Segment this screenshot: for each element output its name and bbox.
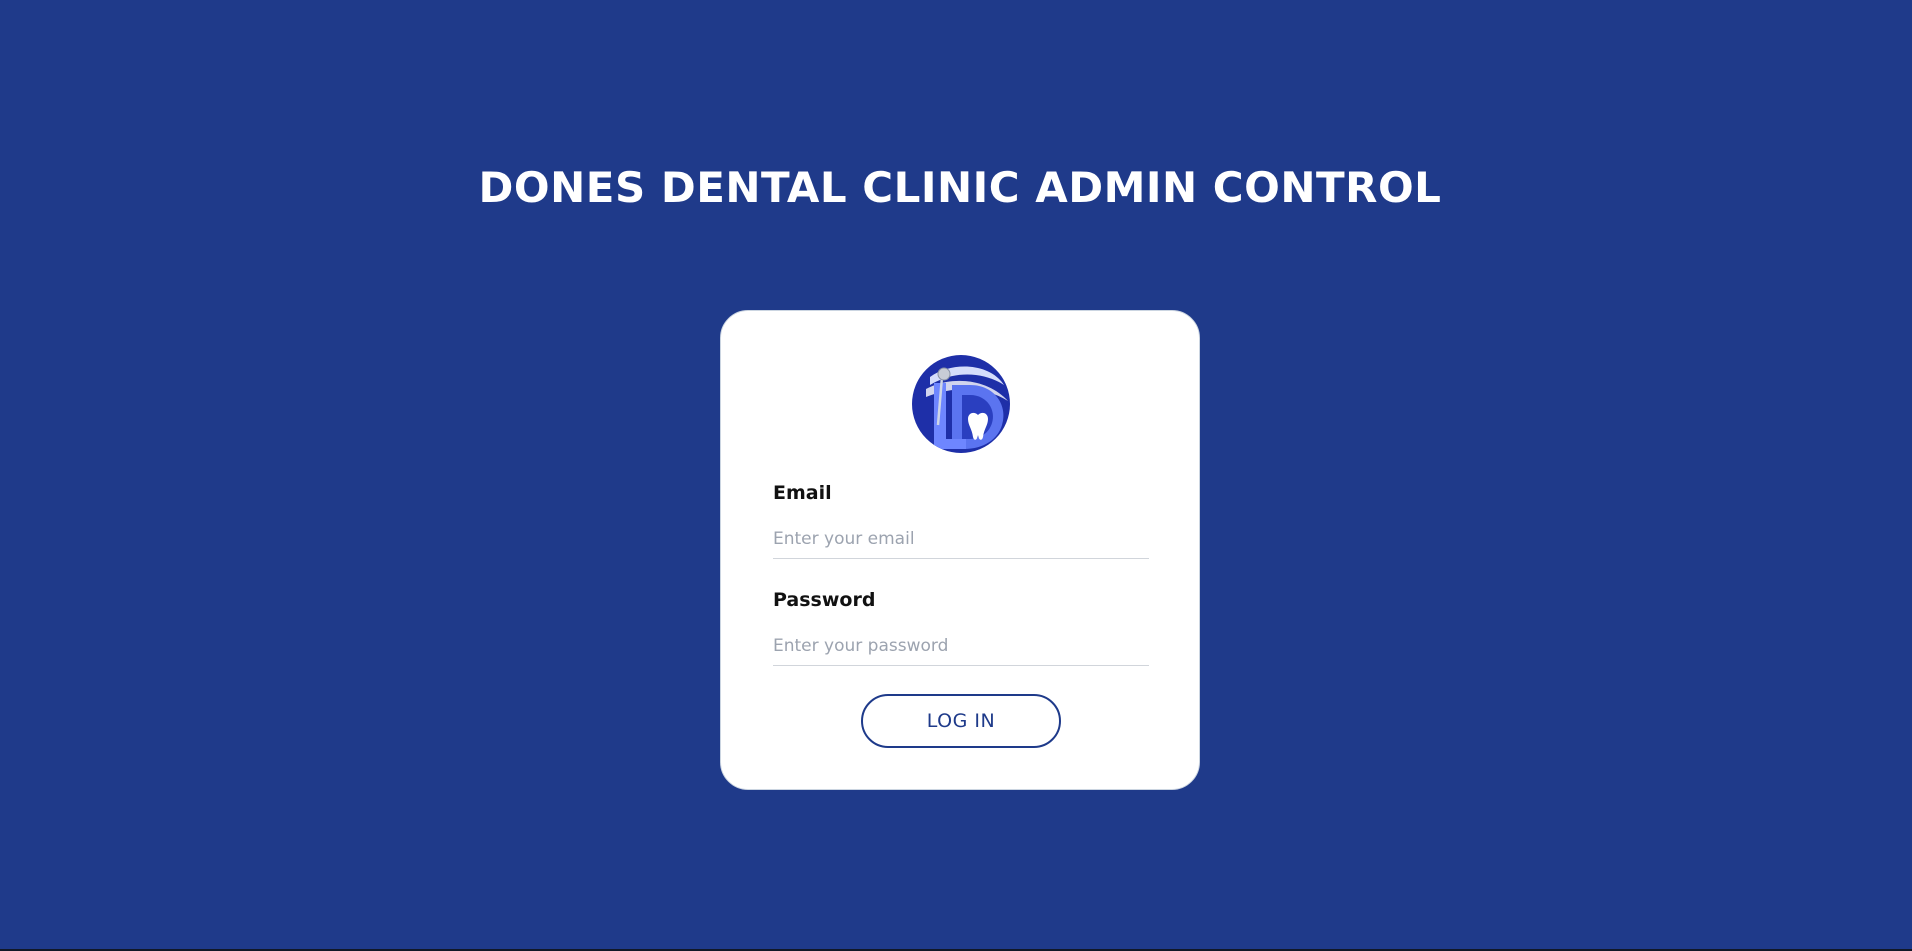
email-field[interactable]: [773, 519, 1149, 559]
password-field[interactable]: [773, 626, 1149, 666]
page-title: DONES DENTAL CLINIC ADMIN CONTROL: [478, 163, 1442, 212]
login-card: Email Password LOG IN: [720, 310, 1200, 790]
login-button[interactable]: LOG IN: [861, 694, 1061, 748]
email-label: Email: [773, 482, 832, 504]
password-label: Password: [773, 589, 876, 611]
dental-clinic-logo-icon: [912, 355, 1010, 453]
